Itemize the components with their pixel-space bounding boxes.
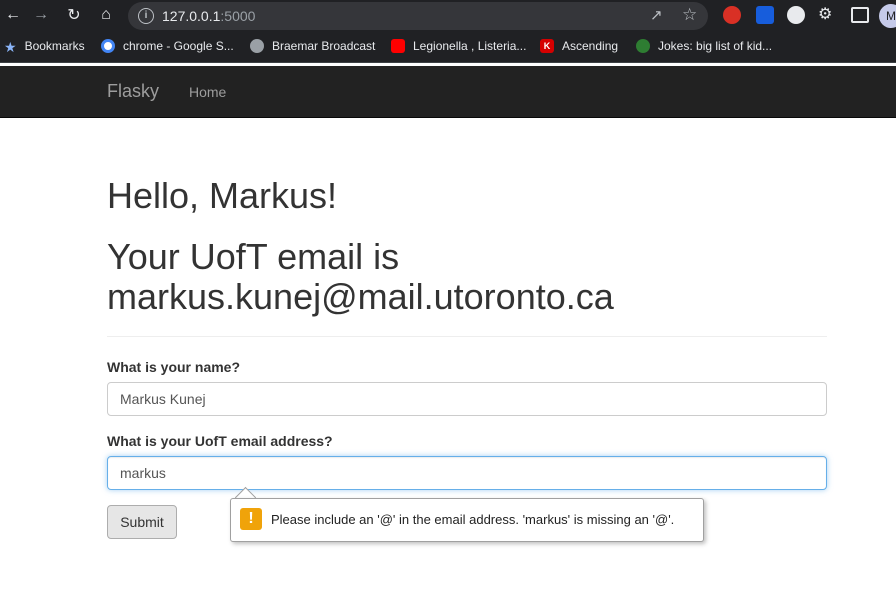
youtube-icon (391, 39, 405, 53)
google-icon (101, 39, 115, 53)
address-url[interactable]: 127.0.0.1:5000 (162, 8, 255, 24)
bookmark-item[interactable]: chrome - Google S... (101, 39, 234, 53)
url-host: 127.0.0.1 (162, 8, 221, 24)
nav-home-link[interactable]: Home (189, 84, 226, 100)
d-icon (636, 39, 650, 53)
site-navbar: Flasky Home (0, 66, 896, 118)
adblock-extension-icon[interactable] (723, 6, 741, 24)
url-port: :5000 (220, 8, 256, 24)
profile-avatar[interactable]: M (879, 4, 896, 28)
browser-toolbar: ← → ↻ ⌂ i 127.0.0.1:5000 ↗ ☆ ⚙ M (0, 0, 896, 32)
bookmark-label: Legionella , Listeria... (413, 39, 527, 53)
home-icon[interactable]: ⌂ (95, 4, 117, 26)
grammar-extension-icon[interactable] (787, 6, 805, 24)
address-bar[interactable]: i 127.0.0.1:5000 ↗ ☆ (128, 2, 708, 30)
bookmarks-bar: ★ Bookmarks chrome - Google S... Braemar … (0, 32, 896, 63)
bookmark-item[interactable]: Jokes: big list of kid... (636, 39, 772, 53)
share-icon[interactable]: ↗ (650, 6, 663, 24)
validation-message: Please include an '@' in the email addre… (271, 512, 675, 527)
bookmark-label: Bookmarks (24, 39, 85, 53)
bitwarden-extension-icon[interactable] (756, 6, 774, 24)
name-label: What is your name? (107, 359, 241, 375)
divider (107, 336, 827, 337)
forward-arrow-icon[interactable]: → (30, 4, 52, 26)
bookmark-item[interactable]: Braemar Broadcast (250, 39, 375, 53)
bookmark-label: Jokes: big list of kid... (658, 39, 773, 53)
info-icon[interactable]: i (138, 8, 154, 24)
bookmark-star-icon[interactable]: ☆ (682, 5, 697, 25)
bookmark-label: Braemar Broadcast (272, 39, 376, 53)
bookmark-item[interactable]: K Ascending (540, 39, 618, 53)
name-field[interactable] (107, 382, 827, 416)
email-label: What is your UofT email address? (107, 433, 333, 449)
reload-icon[interactable]: ↻ (63, 4, 85, 26)
extensions-puzzle-icon[interactable]: ⚙ (818, 4, 836, 23)
bookmark-label: chrome - Google S... (123, 39, 234, 53)
k-icon: K (540, 39, 554, 53)
validation-tooltip: ! Please include an '@' in the email add… (230, 498, 704, 542)
page-title: Hello, Markus! (107, 175, 338, 216)
bookmark-item[interactable]: ★ Bookmarks (4, 39, 85, 55)
back-arrow-icon[interactable]: ← (2, 4, 24, 26)
email-field[interactable] (107, 456, 827, 490)
side-panel-icon[interactable] (851, 7, 869, 23)
star-icon: ★ (4, 39, 17, 55)
bookmark-item[interactable]: Legionella , Listeria... (391, 39, 526, 53)
bookmark-label: Ascending (562, 39, 619, 53)
submit-button[interactable]: Submit (107, 505, 177, 539)
email-message: Your UofT email is markus.kunej@mail.uto… (107, 236, 614, 317)
globe-icon (250, 39, 264, 53)
brand-link[interactable]: Flasky (107, 81, 159, 102)
warning-icon: ! (240, 508, 262, 530)
